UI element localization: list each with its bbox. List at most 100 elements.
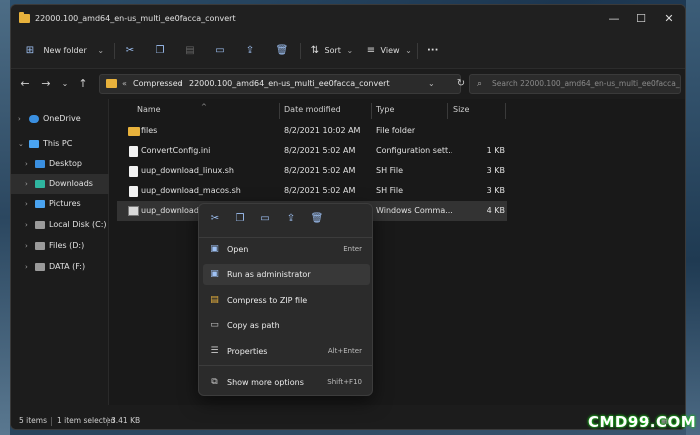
- paste-button[interactable]: ▤: [183, 42, 197, 60]
- column-divider[interactable]: [505, 103, 506, 119]
- file-name: ConvertConfig.ini: [141, 146, 211, 155]
- minimize-button[interactable]: —: [601, 10, 627, 28]
- desktop-background-right: [686, 0, 700, 435]
- chevron-right-icon[interactable]: ›: [25, 215, 28, 235]
- drive-icon: [35, 221, 45, 229]
- menu-item-shortcut: Alt+Enter: [327, 347, 362, 355]
- toolbar-divider: [417, 43, 418, 59]
- refresh-button[interactable]: ↻: [451, 75, 471, 95]
- column-divider[interactable]: [447, 103, 448, 119]
- new-folder-button[interactable]: ⊞ New folder ⌄: [23, 42, 104, 60]
- column-divider[interactable]: [371, 103, 372, 119]
- menu-item-run-as-administrator[interactable]: ▣ Run as administrator: [203, 264, 370, 285]
- file-name: files: [141, 126, 158, 135]
- chevron-down-icon[interactable]: ⌄: [18, 134, 24, 154]
- chevron-down-icon[interactable]: ⌄: [428, 75, 435, 93]
- menu-item-shortcut: Shift+F10: [327, 378, 362, 386]
- search-input[interactable]: ⌕ Search 22000.100_amd64_en-us_multi_ee0…: [469, 74, 681, 94]
- sidebar-item-downloads[interactable]: › Downloads: [11, 174, 109, 194]
- close-button[interactable]: ✕: [656, 10, 682, 28]
- chevron-right-icon[interactable]: ›: [25, 194, 28, 214]
- context-rename-button[interactable]: ▭: [257, 211, 273, 227]
- file-type: SH File: [376, 186, 404, 195]
- navigation-bar: ← → ⌄ ↑ « Compressed › 22000.100_amd64_e…: [11, 69, 685, 99]
- status-size: 3.41 KB: [111, 416, 141, 425]
- toolbar-divider: [114, 43, 115, 59]
- sidebar-item-data-f[interactable]: › DATA (F:): [11, 257, 109, 277]
- sort-button[interactable]: ⇅ Sort ⌄: [308, 42, 353, 60]
- file-size: 1 KB: [486, 146, 505, 155]
- more-options-icon: ⧉: [211, 377, 218, 387]
- file-icon: [129, 186, 138, 197]
- column-header-date[interactable]: Date modified: [284, 103, 341, 117]
- delete-button[interactable]: 🗑: [275, 42, 289, 60]
- share-button[interactable]: ⇪: [243, 42, 257, 60]
- open-icon: ▣: [210, 244, 219, 254]
- breadcrumb-current-folder[interactable]: 22000.100_amd64_en-us_multi_ee0facca_con…: [189, 75, 390, 93]
- sidebar-item-desktop[interactable]: › Desktop: [11, 154, 109, 174]
- watermark-logo: CMD99.COM: [588, 413, 697, 431]
- up-button[interactable]: ↑: [75, 76, 91, 92]
- rename-button[interactable]: ▭: [213, 42, 227, 60]
- title-bar: 22000.100_amd64_en-us_multi_ee0facca_con…: [11, 5, 685, 33]
- breadcrumb-compressed[interactable]: Compressed: [133, 75, 183, 93]
- chevron-right-icon[interactable]: ›: [25, 154, 28, 174]
- drive-icon: [35, 263, 45, 271]
- context-copy-button[interactable]: ❐: [232, 211, 248, 227]
- chevron-down-icon: ⌄: [97, 46, 105, 55]
- sidebar-item-onedrive[interactable]: › OneDrive: [11, 109, 109, 129]
- sort-label: Sort: [324, 46, 341, 55]
- address-bar[interactable]: « Compressed › 22000.100_amd64_en-us_mul…: [99, 74, 461, 94]
- sidebar-item-files-d[interactable]: › Files (D:): [11, 236, 109, 256]
- downloads-icon: [35, 180, 45, 188]
- column-header-name[interactable]: Name ^: [137, 103, 207, 117]
- sidebar-label: Desktop: [49, 159, 82, 168]
- menu-item-properties[interactable]: ☰ Properties Alt+Enter: [203, 341, 370, 362]
- column-divider[interactable]: [279, 103, 280, 119]
- menu-item-open[interactable]: ▣ Open Enter: [203, 239, 370, 260]
- chevron-right-icon[interactable]: ›: [18, 109, 21, 129]
- file-size: 4 KB: [486, 206, 505, 215]
- sidebar-label: Downloads: [49, 179, 93, 188]
- column-header-type[interactable]: Type: [376, 103, 394, 117]
- menu-item-label: Run as administrator: [227, 270, 311, 279]
- chevron-right-icon[interactable]: ›: [25, 174, 28, 194]
- recent-button[interactable]: ⌄: [57, 76, 73, 92]
- copy-button[interactable]: ❐: [153, 42, 167, 60]
- chevron-right-icon[interactable]: ›: [25, 257, 28, 277]
- chevron-down-icon: ⌄: [405, 46, 412, 55]
- command-script-icon: [128, 206, 139, 216]
- menu-divider: [199, 237, 372, 238]
- folder-icon: [106, 79, 117, 88]
- file-row-files[interactable]: files 8/2/2021 10:02 AM File folder: [117, 121, 507, 141]
- sidebar-item-local-disk-c[interactable]: › Local Disk (C:): [11, 215, 109, 235]
- file-row-macos-sh[interactable]: uup_download_macos.sh 8/2/2021 5:02 AM S…: [117, 181, 507, 201]
- file-row-linux-sh[interactable]: uup_download_linux.sh 8/2/2021 5:02 AM S…: [117, 161, 507, 181]
- search-placeholder: Search 22000.100_amd64_en-us_multi_ee0fa…: [492, 79, 680, 88]
- maximize-button[interactable]: ☐: [628, 10, 654, 28]
- context-share-button[interactable]: ⇪: [283, 211, 299, 227]
- folder-icon: [128, 127, 140, 136]
- menu-item-compress-zip[interactable]: ▤ Compress to ZIP file: [203, 290, 370, 311]
- desktop-background-left: [0, 0, 10, 435]
- forward-button[interactable]: →: [38, 76, 54, 92]
- menu-item-show-more-options[interactable]: ⧉ Show more options Shift+F10: [203, 372, 370, 393]
- column-header-size[interactable]: Size: [453, 103, 469, 117]
- chevron-right-icon[interactable]: ›: [25, 236, 28, 256]
- view-button[interactable]: ≡ View ⌄: [364, 42, 412, 60]
- share-icon: ⇪: [245, 44, 255, 56]
- context-delete-button[interactable]: 🗑: [309, 211, 325, 227]
- sidebar-item-this-pc[interactable]: ⌄ This PC: [11, 134, 109, 154]
- delete-icon: 🗑: [310, 213, 324, 224]
- menu-item-label: Properties: [227, 347, 268, 356]
- context-cut-button[interactable]: ✂: [207, 211, 223, 227]
- back-button[interactable]: ←: [17, 76, 33, 92]
- more-options-button[interactable]: ···: [427, 42, 438, 60]
- menu-item-copy-as-path[interactable]: ▭ Copy as path: [203, 315, 370, 336]
- copy-icon: ❐: [155, 44, 165, 56]
- file-row-convertconfig[interactable]: ConvertConfig.ini 8/2/2021 5:02 AM Confi…: [117, 141, 507, 161]
- view-label: View: [380, 46, 400, 55]
- sidebar-item-pictures[interactable]: › Pictures: [11, 194, 109, 214]
- file-type: Configuration sett...: [376, 146, 452, 155]
- cut-button[interactable]: ✂: [123, 42, 137, 60]
